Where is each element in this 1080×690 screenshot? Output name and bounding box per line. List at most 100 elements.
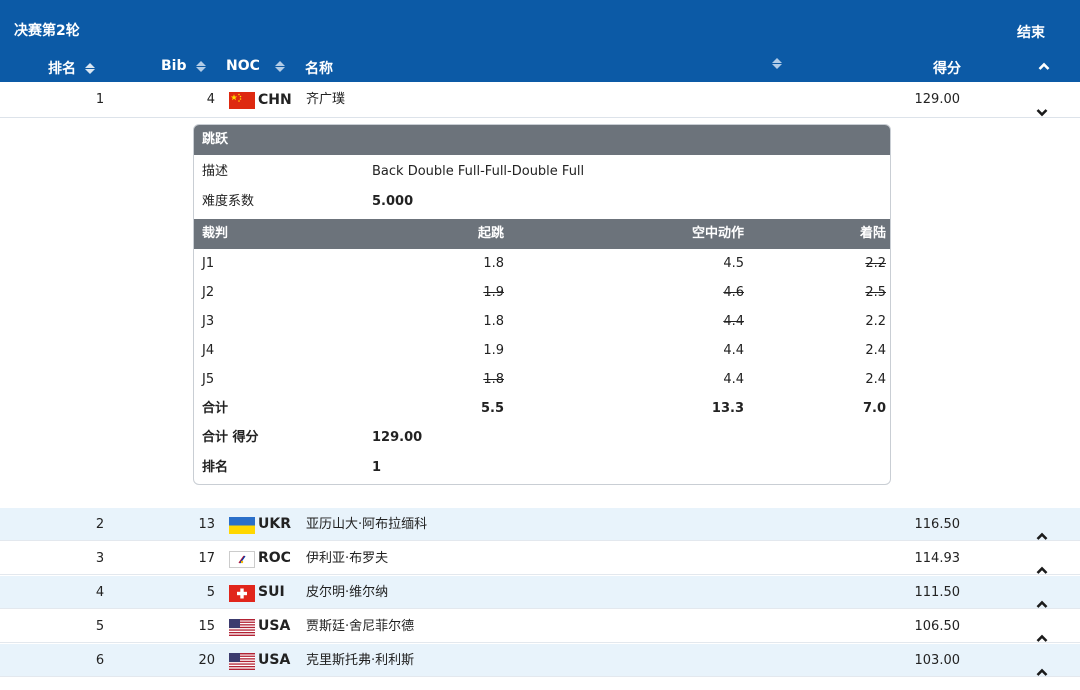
sort-bib-header[interactable]: Bib: [161, 58, 206, 74]
rank-cell: 6: [95, 653, 105, 668]
table-row[interactable]: 6 20 USA 克里斯托弗·利利斯 103.00: [0, 644, 1080, 677]
athlete-name[interactable]: 亚历山大·阿布拉缅科: [306, 508, 427, 541]
landing-score-dropped: 2.5: [865, 285, 886, 300]
takeoff-score-dropped: 1.9: [483, 285, 504, 300]
rank-cell: 5: [95, 619, 105, 634]
total-row: 合计 5.5 13.3 7.0: [194, 394, 890, 423]
sort-icon: [274, 60, 285, 72]
rank-cell: 4: [95, 585, 105, 600]
difficulty-value: 5.000: [372, 194, 414, 209]
table-row-expanded[interactable]: 1 4 CHN 齐广璞 129.00: [0, 82, 1080, 118]
sort-icon: [772, 58, 782, 69]
chevron-up-icon[interactable]: [1036, 589, 1048, 608]
rank-column-label: 排名: [48, 61, 76, 77]
score-column-header[interactable]: 得分: [933, 58, 961, 78]
description-row: 描述 Back Double Full-Full-Double Full: [194, 157, 890, 186]
takeoff-score: 1.8: [483, 256, 504, 271]
description-value: Back Double Full-Full-Double Full: [372, 164, 585, 179]
score-column-label: 得分: [933, 61, 961, 77]
landing-score: 2.4: [865, 343, 886, 358]
chevron-up-icon[interactable]: [1036, 555, 1048, 574]
name-column-label: 名称: [305, 61, 333, 77]
bib-cell: 5: [206, 585, 215, 600]
noc-cell: SUI: [258, 584, 285, 600]
chevron-up-icon[interactable]: [1036, 623, 1048, 642]
round-title: 决赛第2轮: [14, 23, 80, 39]
landing-score-dropped: 2.2: [865, 256, 886, 271]
score-cell: 106.50: [914, 619, 961, 634]
athlete-name[interactable]: 齐广璞: [306, 82, 345, 118]
landing-total: 7.0: [862, 401, 886, 416]
air-total: 13.3: [711, 401, 744, 416]
chevron-up-icon[interactable]: [1038, 60, 1050, 75]
rank-row: 排名 1: [194, 453, 890, 482]
bib-cell: 17: [198, 551, 215, 566]
sort-score-toggle[interactable]: [772, 58, 782, 69]
sort-icon: [195, 60, 206, 72]
table-row[interactable]: 5 15 USA 贾斯廷·舍尼菲尔德 106.50: [0, 610, 1080, 643]
jump-section-label: 跳跃: [202, 132, 229, 147]
judge-column-label: 裁判: [202, 226, 229, 241]
difficulty-label: 难度系数: [202, 194, 255, 209]
total-score-value: 129.00: [372, 430, 423, 445]
roc-flag-icon: [229, 551, 255, 568]
chevron-up-icon[interactable]: [1036, 657, 1048, 676]
judge-row: J4 1.9 4.4 2.4: [194, 336, 890, 365]
takeoff-total: 5.5: [480, 401, 504, 416]
sort-noc-header[interactable]: NOC: [226, 58, 285, 74]
athlete-name[interactable]: 伊利亚·布罗夫: [306, 542, 388, 575]
judge-label: J1: [202, 256, 215, 271]
athlete-name[interactable]: 克里斯托弗·利利斯: [306, 644, 414, 677]
table-row[interactable]: 2 13 UKR 亚历山大·阿布拉缅科 116.50: [0, 508, 1080, 541]
noc-cell: UKR: [258, 516, 291, 532]
score-cell: 111.50: [914, 585, 961, 600]
athlete-name[interactable]: 贾斯廷·舍尼菲尔德: [306, 610, 414, 643]
usa-flag-icon: [229, 619, 255, 636]
takeoff-score-dropped: 1.8: [483, 372, 504, 387]
sort-icon: [85, 62, 95, 74]
score-cell: 114.93: [914, 551, 961, 566]
chevron-up-icon[interactable]: [1036, 521, 1048, 540]
air-score-dropped: 4.6: [723, 285, 744, 300]
takeoff-column-label: 起跳: [477, 226, 504, 241]
difficulty-row: 难度系数 5.000: [194, 187, 890, 216]
judge-label: J3: [202, 314, 215, 329]
jump-section-header: 跳跃: [194, 125, 890, 155]
air-column-label: 空中动作: [691, 226, 744, 241]
table-row[interactable]: 3 17 ROC 伊利亚·布罗夫 114.93: [0, 542, 1080, 575]
judge-label: J5: [202, 372, 215, 387]
judge-label: J2: [202, 285, 215, 300]
athlete-name[interactable]: 皮尔明·维尔纳: [306, 576, 388, 609]
noc-cell: CHN: [258, 92, 292, 108]
air-score: 4.5: [723, 256, 744, 271]
table-row[interactable]: 4 5 SUI 皮尔明·维尔纳 111.50: [0, 576, 1080, 609]
results-header: 决赛第2轮 结束 排名 Bib NOC 名称 得分: [0, 0, 1080, 82]
judge-row: J1 1.8 4.5 2.2: [194, 249, 890, 278]
bib-cell: 13: [198, 517, 215, 532]
rank-cell: 3: [95, 551, 105, 566]
judge-row: J3 1.8 4.4 2.2: [194, 307, 890, 336]
judge-label: J4: [202, 343, 215, 358]
jump-detail-card: 跳跃 描述 Back Double Full-Full-Double Full …: [193, 124, 891, 485]
sort-rank-header[interactable]: 排名: [48, 58, 95, 78]
judge-row: J5 1.8 4.4 2.4: [194, 365, 890, 394]
switzerland-flag-icon: [229, 585, 255, 602]
bib-cell: 15: [198, 619, 215, 634]
air-score-dropped: 4.4: [723, 314, 744, 329]
ukraine-flag-icon: [229, 517, 255, 534]
landing-score: 2.4: [865, 372, 886, 387]
total-score-row: 合计 得分 129.00: [194, 423, 890, 452]
takeoff-score: 1.9: [483, 343, 504, 358]
rank-label: 排名: [202, 460, 229, 475]
landing-column-label: 着陆: [859, 226, 886, 241]
takeoff-score: 1.8: [483, 314, 504, 329]
chevron-down-icon[interactable]: [1036, 97, 1048, 117]
total-score-label: 合计 得分: [202, 430, 259, 445]
score-cell: 103.00: [914, 653, 961, 668]
rank-value: 1: [372, 460, 382, 475]
china-flag-icon: [229, 92, 255, 109]
judges-header: 裁判 起跳 空中动作 着陆: [194, 219, 890, 249]
description-label: 描述: [202, 164, 229, 179]
rank-cell: 2: [95, 517, 105, 532]
sort-name-header[interactable]: 名称: [305, 58, 333, 78]
